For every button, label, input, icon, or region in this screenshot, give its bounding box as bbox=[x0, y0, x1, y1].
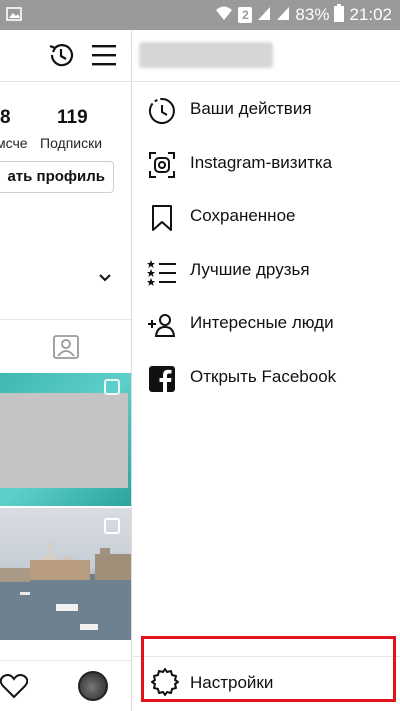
username-blurred bbox=[139, 42, 273, 68]
menu-item-label: Лучшие друзья bbox=[190, 260, 310, 279]
activity-icon bbox=[147, 96, 177, 126]
menu-item-open-facebook[interactable]: Открыть Facebook bbox=[133, 352, 400, 402]
archive-history-icon[interactable] bbox=[46, 40, 76, 75]
clock: 21:02 bbox=[349, 5, 392, 24]
menu-item-label: Сохраненное bbox=[190, 206, 296, 225]
followers-label: мсче bbox=[0, 135, 28, 151]
close-friends-icon bbox=[147, 257, 177, 287]
blurred-image bbox=[0, 393, 128, 488]
post-thumbnail[interactable] bbox=[0, 373, 131, 506]
bottom-nav bbox=[0, 660, 131, 711]
wifi-icon bbox=[215, 5, 233, 26]
menu-item-discover-people[interactable]: Интересные люди bbox=[133, 298, 400, 348]
profile-tabs bbox=[0, 319, 131, 371]
menu-item-nametag[interactable]: Instagram-визитка bbox=[133, 138, 400, 188]
sim-badge: 2 bbox=[238, 7, 253, 23]
discover-people-icon bbox=[147, 310, 177, 340]
menu-item-close-friends[interactable]: Лучшие друзья bbox=[133, 245, 400, 295]
side-drawer: Ваши действия Instagram-визитка Сохранен… bbox=[133, 30, 400, 711]
profile-avatar-tab[interactable] bbox=[78, 671, 108, 701]
profile-panel: 8 мсче 119 Подписки ать профиль bbox=[0, 30, 132, 711]
edit-profile-button[interactable]: ать профиль bbox=[0, 161, 114, 193]
profile-header bbox=[0, 30, 131, 82]
multi-photo-icon bbox=[104, 379, 120, 395]
posts-count: 8 bbox=[0, 107, 11, 128]
bookmark-icon bbox=[147, 203, 177, 233]
post-thumbnail-venice[interactable] bbox=[0, 508, 131, 640]
signal-icon-2 bbox=[276, 5, 290, 26]
menu-item-your-activity[interactable]: Ваши действия bbox=[133, 84, 400, 134]
menu-item-saved[interactable]: Сохраненное bbox=[133, 191, 400, 241]
following-count[interactable]: 119 bbox=[57, 107, 88, 129]
chevron-down-icon[interactable] bbox=[98, 270, 112, 288]
gallery-notification-icon bbox=[6, 6, 22, 27]
settings-label: Настройки bbox=[190, 673, 274, 692]
nametag-icon bbox=[147, 150, 177, 180]
battery-percent: 83% bbox=[295, 5, 330, 24]
drawer-header bbox=[133, 30, 400, 82]
battery-icon bbox=[334, 3, 345, 27]
menu-item-label: Открыть Facebook bbox=[190, 367, 337, 386]
status-bar: 2 83% 21:02 bbox=[0, 0, 400, 30]
menu-item-label: Ваши действия bbox=[190, 99, 312, 118]
menu-item-settings[interactable]: Настройки bbox=[141, 636, 396, 702]
tagged-tab-icon[interactable] bbox=[52, 332, 80, 365]
heart-icon[interactable] bbox=[0, 673, 29, 704]
facebook-icon bbox=[147, 364, 177, 394]
menu-item-label: Instagram-визитка bbox=[190, 153, 333, 172]
settings-icon bbox=[150, 667, 180, 702]
multi-photo-icon bbox=[104, 518, 120, 534]
signal-icon-1 bbox=[257, 5, 271, 26]
hamburger-menu-icon[interactable] bbox=[92, 44, 118, 71]
following-label[interactable]: Подписки bbox=[40, 135, 102, 151]
menu-item-label: Интересные люди bbox=[190, 313, 334, 332]
